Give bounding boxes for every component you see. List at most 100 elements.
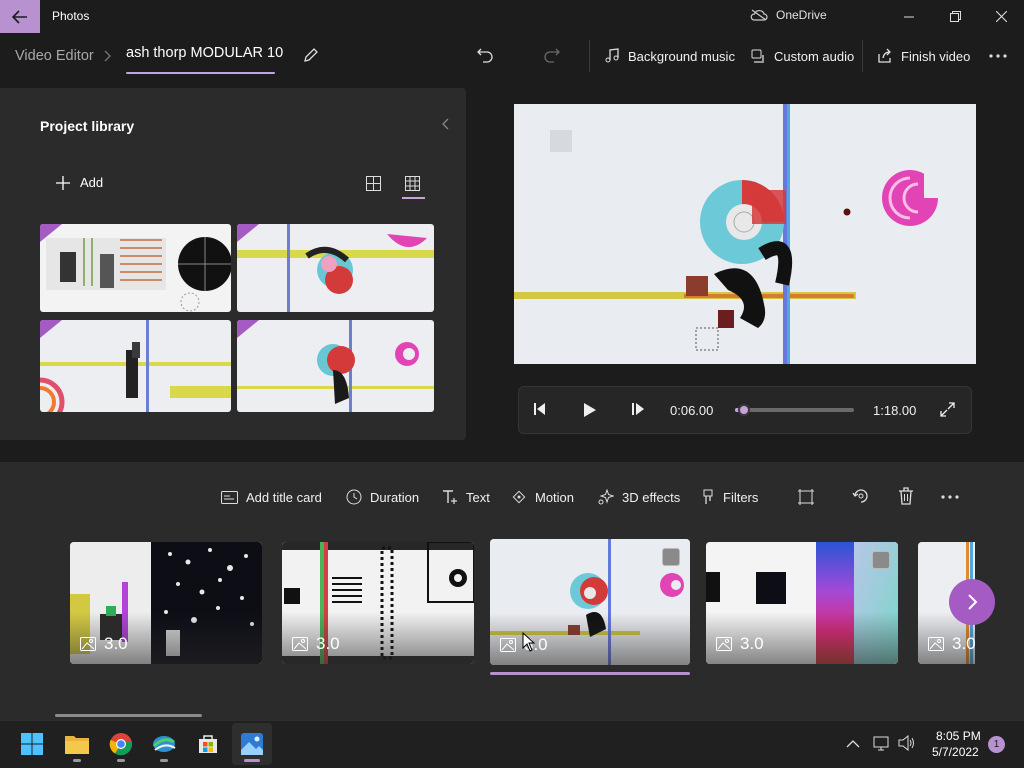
breadcrumb-video-editor[interactable]: Video Editor [15,48,94,64]
custom-audio-button[interactable]: Custom audio [750,44,854,68]
more-icon [989,54,1007,58]
store-icon [199,735,217,753]
rotate-button[interactable] [852,487,870,508]
clip-duration-text: 3.0 [316,634,340,653]
toolbar-divider [589,40,590,72]
volume-control[interactable] [898,734,916,754]
clip-select-checkbox[interactable] [872,551,890,569]
library-item[interactable] [237,224,434,312]
motion-button[interactable]: Motion [511,486,574,508]
scroll-next-button[interactable] [949,579,995,625]
clock-time[interactable]: 8:05 PM [936,729,981,743]
speaker-icon [898,734,914,752]
3d-effects-button[interactable]: 3D effects [598,486,680,508]
custom-audio-label: Custom audio [774,48,855,64]
finish-video-button[interactable]: Finish video [877,44,970,68]
seek-bar[interactable] [735,404,854,416]
undo-icon [477,48,493,63]
crop-button[interactable] [797,488,815,509]
storyboard-scrollbar[interactable] [55,714,202,717]
small-grid-view-button[interactable] [405,176,420,194]
library-item[interactable] [237,320,434,412]
pencil-icon [304,48,318,62]
clip-duration: 3.0 [928,634,975,654]
more-editing-options-button[interactable] [941,490,959,507]
mouse-cursor-icon [522,632,536,652]
library-thumbnail [237,224,434,312]
library-title: Project library [40,118,135,134]
store-button[interactable] [192,728,224,760]
finish-video-label: Finish video [901,48,971,64]
library-item[interactable] [40,320,231,412]
chrome-button[interactable] [105,728,137,760]
delete-button[interactable] [898,487,914,508]
collapse-library-button[interactable] [440,117,450,134]
next-frame-button[interactable] [631,402,645,419]
export-icon [878,48,891,63]
redo-button[interactable] [543,46,561,67]
network-app-button[interactable] [148,728,180,760]
duration-label: Duration [370,489,420,505]
close-button[interactable] [978,0,1024,33]
minimize-button[interactable] [886,0,932,33]
storyboard-clip-selected[interactable]: 3.0 [490,539,690,665]
project-name-underline [126,72,275,74]
show-hidden-icons-button[interactable] [846,737,860,752]
text-label: Text [466,489,490,505]
previous-frame-button[interactable] [533,402,547,419]
more-icon [941,495,959,499]
back-button[interactable] [0,0,40,33]
onedrive-status[interactable]: OneDrive [750,8,827,22]
photos-button[interactable] [236,728,268,760]
grid-large-icon [366,176,381,191]
play-button[interactable] [583,402,597,421]
photos-icon [241,733,263,755]
file-explorer-button[interactable] [61,728,93,760]
video-preview[interactable] [514,104,976,364]
duration-button[interactable]: Duration [346,486,419,508]
total-time: 1:18.00 [873,403,917,418]
more-options-button[interactable] [989,49,1007,66]
text-button[interactable]: Text [442,486,490,508]
image-icon [80,637,96,651]
rename-button[interactable] [302,46,320,67]
arrow-left-icon [12,9,27,24]
add-media-button[interactable]: Add [56,175,103,190]
storyboard-clip[interactable]: 3.0 [282,542,474,664]
chevron-right-icon [104,50,111,62]
running-indicator [73,759,81,762]
notification-badge[interactable]: 1 [988,736,1005,753]
library-item[interactable] [40,224,231,312]
start-button[interactable] [16,728,48,760]
clock-date[interactable]: 5/7/2022 [932,745,979,759]
large-grid-view-button[interactable] [366,176,381,194]
storyboard-clip[interactable]: 3.0 [706,542,898,664]
add-title-card-button[interactable]: Add title card [221,486,322,508]
library-thumbnail [40,224,231,312]
clip-select-checkbox[interactable] [662,548,680,566]
undo-button[interactable] [476,46,494,67]
filters-button[interactable]: Filters [701,486,758,508]
add-title-card-label: Add title card [246,489,322,505]
fullscreen-button[interactable] [940,402,955,420]
onedrive-label: OneDrive [776,8,827,22]
motion-icon [512,490,526,504]
storyboard-clip[interactable]: 3.0 [70,542,262,664]
chrome-icon [109,733,133,756]
project-name-field[interactable]: ash thorp MODULAR 10 [126,45,283,61]
clip-duration-text: 3.0 [952,634,975,653]
music-note-icon [605,48,619,63]
trash-icon [899,487,913,505]
clip-duration: 3.0 [292,634,340,654]
grid-small-icon [405,176,420,191]
chevron-left-icon [442,118,449,130]
clip-duration-text: 3.0 [740,634,764,653]
network-status[interactable] [873,735,891,754]
image-icon [928,637,944,651]
cloud-offline-icon [750,9,768,21]
custom-audio-icon [751,49,764,63]
restore-button[interactable] [932,0,978,33]
background-music-button[interactable]: Background music [604,44,735,68]
close-icon [995,11,1007,22]
app-title: Photos [52,9,90,23]
